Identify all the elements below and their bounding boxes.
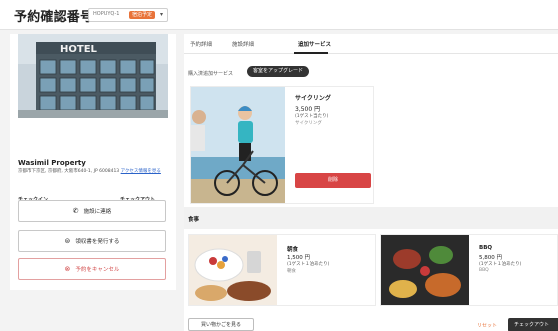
property-address: 京都市下京区, 京都府, 大阪市640-1, JP 6008413 アクセス情報…: [18, 169, 168, 175]
food-category: 朝食: [287, 269, 296, 274]
active-tab-indicator: [294, 52, 328, 54]
main-content: 予約詳細 施設詳細 追加サービス 購入済追加サービス 客室をアップグレード サイ…: [184, 34, 558, 331]
confirmation-code: HOPUYQ-1: [93, 11, 120, 17]
cancel-circle-icon: ⊗: [64, 265, 71, 273]
issue-receipt-button[interactable]: ⊜ 領収書を発行する: [18, 230, 166, 252]
food-note: (1ゲスト１泊あたり): [287, 262, 330, 267]
food-category: BBQ: [479, 268, 489, 273]
cycling-photo: [191, 87, 285, 203]
service-note: (1ゲスト当たり): [295, 114, 329, 119]
service-price: 3,500 円: [295, 106, 321, 113]
view-cart-button[interactable]: 買い物かごを見る: [188, 318, 254, 331]
tab-reservation-details[interactable]: 予約詳細: [190, 40, 212, 48]
food-title: BBQ: [479, 245, 493, 251]
bbq-photo: [381, 235, 469, 305]
address-text: 京都市下京区, 京都府, 大阪市640-1, JP 6008413: [18, 169, 120, 174]
meal-section-title: 食事: [188, 217, 200, 223]
phone-icon: ✆: [72, 207, 79, 215]
food-price: 5,800 円: [479, 255, 502, 261]
tab-additional-services[interactable]: 追加サービス: [298, 40, 331, 48]
bbq-card[interactable]: BBQ 5,800 円 (1ゲスト１泊あたり) BBQ: [380, 234, 558, 306]
property-name: Wasimil Property: [18, 159, 86, 167]
tab-bar: 予約詳細 施設詳細 追加サービス: [184, 34, 558, 54]
cancel-reservation-button[interactable]: ⊗ 予約をキャンセル: [18, 258, 166, 280]
breakfast-photo: [189, 235, 277, 305]
checkout-button[interactable]: チェックアウト: [508, 318, 558, 331]
meal-section-header: 食事: [184, 207, 558, 229]
contact-label: 施設に連絡: [83, 209, 112, 215]
access-link[interactable]: アクセス情報を見る: [121, 169, 161, 174]
food-note: (1ゲスト１泊あたり): [479, 262, 522, 267]
delete-service-button[interactable]: 削除: [295, 173, 371, 188]
property-panel: HOTEL Wasimil Property 京都市下京区, 京都府, 大阪市6…: [10, 34, 176, 290]
service-title: サイクリング: [295, 95, 331, 102]
tab-property-details[interactable]: 施設詳細: [232, 40, 254, 48]
reset-link[interactable]: リセット: [477, 322, 497, 329]
receipt-label: 領収書を発行する: [75, 239, 120, 245]
hotel-sign-text: HOTEL: [60, 44, 98, 55]
page-title: 予約確認番号:: [14, 10, 99, 25]
breakfast-card[interactable]: 朝食 1,500 円 (1ゲスト１泊あたり) 朝食: [188, 234, 376, 306]
reservation-select[interactable]: HOPUYQ-1 宿泊予定 ▾: [88, 8, 168, 22]
hotel-photo: HOTEL: [18, 34, 168, 118]
cancel-label: 予約をキャンセル: [75, 267, 120, 273]
food-price: 1,500 円: [287, 255, 310, 261]
page: 予約確認番号: HOPUYQ-1 宿泊予定 ▾ HOTEL Wasimil Pr…: [0, 0, 558, 331]
upgrade-room-button[interactable]: 客室をアップグレード: [247, 66, 310, 77]
status-badge: 宿泊予定: [129, 11, 156, 19]
receipt-icon: ⊜: [64, 237, 71, 245]
chevron-down-icon: ▾: [159, 11, 163, 18]
purchased-service-card: サイクリング 3,500 円 (1ゲスト当たり) サイクリング 削除: [190, 86, 374, 204]
header-bar: 予約確認番号: HOPUYQ-1 宿泊予定 ▾: [0, 0, 558, 30]
service-category: サイクリング: [295, 121, 322, 126]
food-title: 朝食: [287, 247, 299, 253]
contact-property-button[interactable]: ✆ 施設に連絡: [18, 200, 166, 222]
purchased-services-label: 購入済追加サービス: [188, 71, 234, 77]
